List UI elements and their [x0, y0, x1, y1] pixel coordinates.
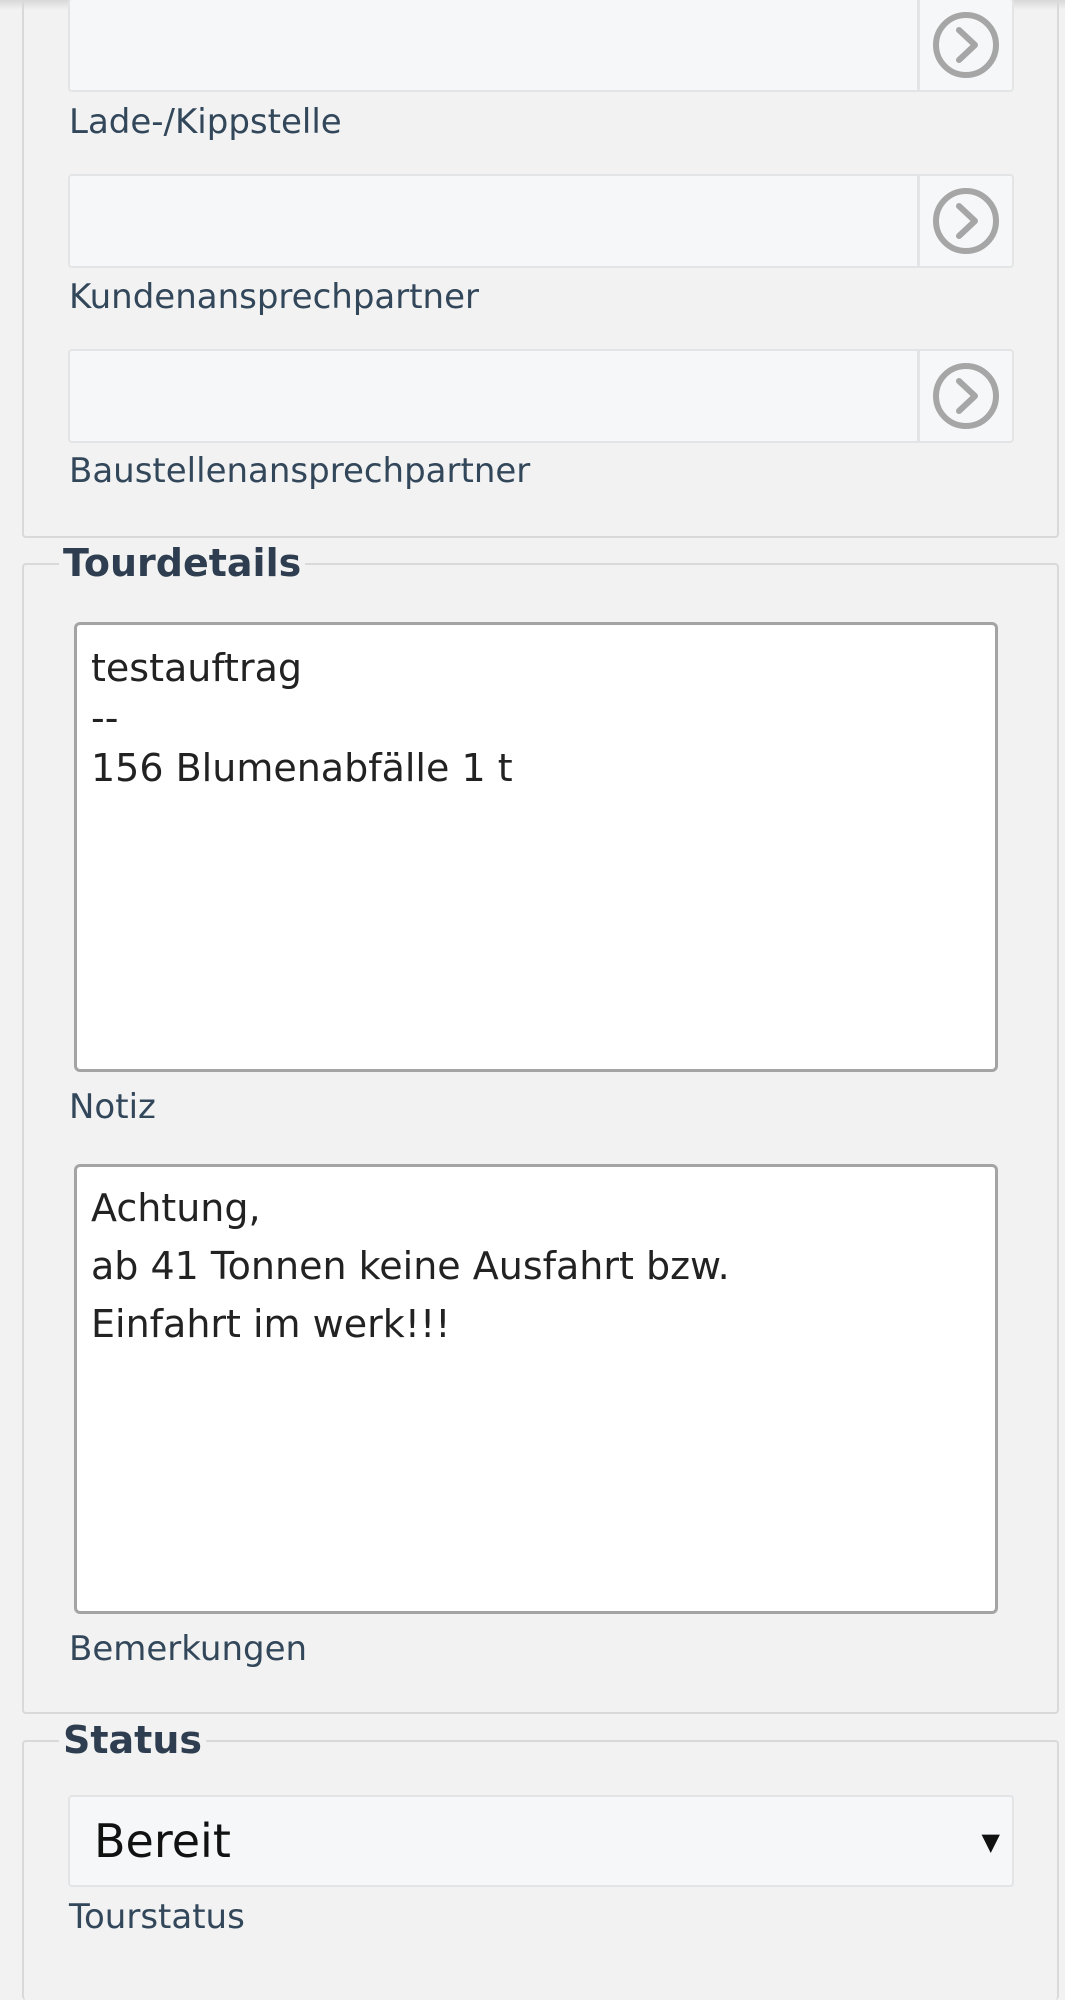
tourstatus-select[interactable]: Bereit ▼ — [68, 1795, 1014, 1887]
baustellenansprechpartner-label: Baustellenansprechpartner — [69, 451, 531, 491]
tourstatus-selected-value: Bereit — [94, 1814, 231, 1868]
tourstatus-label: Tourstatus — [69, 1897, 245, 1937]
chevron-right-circle-icon — [933, 12, 999, 78]
kundenansprechpartner-label: Kundenansprechpartner — [69, 277, 479, 317]
chevron-right-circle-icon — [933, 188, 999, 254]
kundenansprechpartner-input[interactable] — [68, 174, 1014, 268]
lade-kippstelle-input[interactable] — [68, 0, 1014, 92]
notiz-label: Notiz — [69, 1087, 156, 1127]
status-legend: Status — [59, 1718, 207, 1762]
baustellenansprechpartner-select-button[interactable] — [917, 351, 1012, 441]
lade-kippstelle-select-button[interactable] — [917, 0, 1012, 90]
bemerkungen-label: Bemerkungen — [69, 1629, 308, 1669]
bemerkungen-textarea[interactable]: Achtung, ab 41 Tonnen keine Ausfahrt bzw… — [74, 1164, 998, 1614]
notiz-textarea[interactable]: testauftrag -- 156 Blumenabfälle 1 t — [74, 622, 998, 1072]
tourdetails-legend: Tourdetails — [59, 541, 306, 585]
chevron-right-circle-icon — [933, 363, 999, 429]
lade-kippstelle-label: Lade-/Kippstelle — [69, 102, 342, 142]
dropdown-arrow-icon: ▼ — [981, 1828, 1000, 1856]
kundenansprechpartner-select-button[interactable] — [917, 176, 1012, 266]
baustellenansprechpartner-input[interactable] — [68, 349, 1014, 443]
